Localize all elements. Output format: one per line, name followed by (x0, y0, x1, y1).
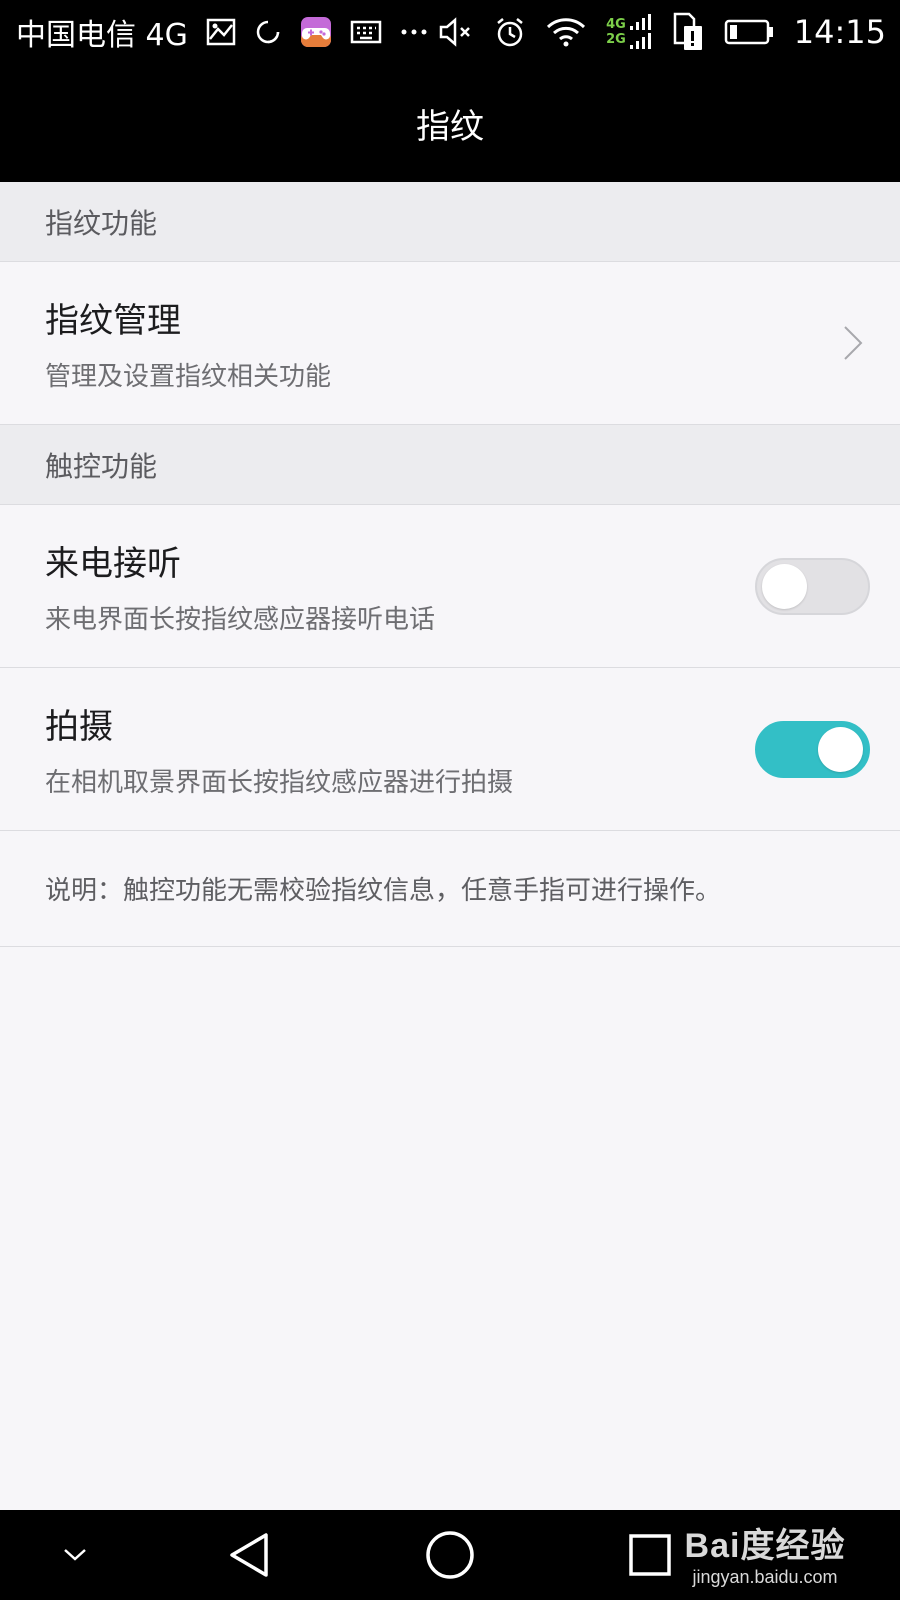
answer-call-toggle[interactable] (755, 557, 870, 615)
item-subtitle: 来电界面长按指纹感应器接听电话 (45, 605, 436, 635)
network-label-top: 4G (606, 17, 626, 32)
item-subtitle: 在相机取景界面长按指纹感应器进行拍摄 (45, 768, 514, 798)
sim-icon (672, 12, 704, 52)
alarm-icon (494, 16, 526, 48)
mute-icon (438, 17, 474, 47)
settings-list: 指纹功能 指纹管理 管理及设置指纹相关功能 触控功能 来电接听 来电界面长按指纹… (0, 182, 900, 947)
item-subtitle: 管理及设置指纹相关功能 (45, 362, 332, 392)
more-icon (400, 27, 428, 37)
page-title: 指纹 (416, 106, 484, 147)
screen: 中国电信 4G 4G 2G 14:15 指纹 指纹功能 指纹管理 管理及设置指纹… (0, 0, 900, 1600)
fingerprint-management-item[interactable]: 指纹管理 管理及设置指纹相关功能 (0, 262, 900, 425)
wifi-icon (546, 17, 586, 47)
chevron-right-icon (838, 321, 868, 365)
item-title: 拍摄 (45, 707, 113, 747)
network-label-bottom: 2G (606, 32, 626, 47)
keyboard-icon (350, 19, 382, 45)
toggle-knob (818, 726, 863, 772)
item-title: 指纹管理 (45, 301, 181, 341)
sync-icon (254, 18, 282, 46)
note-text: 说明：触控功能无需校验指纹信息，任意手指可进行操作。 (0, 831, 900, 947)
take-photo-toggle[interactable] (755, 720, 870, 778)
image-icon (206, 17, 236, 47)
back-icon[interactable] (210, 1510, 290, 1600)
toggle-knob (762, 563, 807, 609)
item-title: 来电接听 (45, 544, 181, 584)
carrier-label: 中国电信 4G (16, 18, 188, 53)
home-icon[interactable] (410, 1510, 490, 1600)
status-time: 14:15 (793, 13, 886, 51)
battery-icon (724, 18, 774, 46)
signal-icon: 4G 2G (606, 14, 652, 50)
take-photo-item: 拍摄 在相机取景界面长按指纹感应器进行拍摄 (0, 668, 900, 831)
game-icon (300, 16, 332, 48)
watermark-logo: Bai度经验 (684, 1526, 846, 1565)
watermark-url: jingyan.baidu.com (692, 1566, 838, 1587)
title-bar: 指纹 (0, 64, 900, 182)
section-header-fingerprint: 指纹功能 (0, 182, 900, 262)
answer-call-item: 来电接听 来电界面长按指纹感应器接听电话 (0, 505, 900, 668)
section-header-touch: 触控功能 (0, 425, 900, 505)
watermark: Bai度经验 jingyan.baidu.com (670, 1505, 860, 1600)
status-bar: 中国电信 4G 4G 2G 14:15 (0, 0, 900, 64)
chevron-down-icon[interactable] (40, 1510, 110, 1600)
